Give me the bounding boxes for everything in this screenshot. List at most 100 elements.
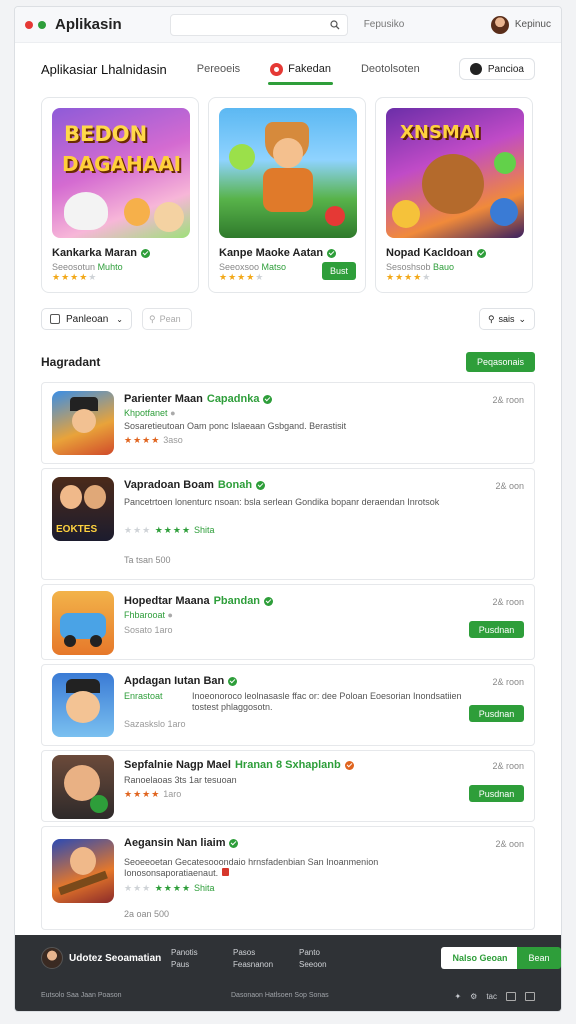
app-sub-text: Fhbarooat bbox=[124, 610, 166, 620]
rating-stars: ★★★ ★★★★ Shita bbox=[124, 883, 215, 893]
sort-select[interactable]: ⚲ sais ⌄ bbox=[479, 308, 535, 330]
app-description: Ranoelaoas 3ts 1ar tesuoan bbox=[124, 775, 237, 785]
app-description-text: Seoeeoetan Gecatesooondaio hrnsfadenbian… bbox=[124, 857, 379, 878]
app-title-green: Capadnka bbox=[206, 393, 260, 405]
join-button[interactable]: Bean bbox=[517, 947, 561, 969]
card-title: Kankarka Maran bbox=[52, 247, 188, 259]
app-list: Parienter Maan Capadnka Khpotfanet ● Sosa… bbox=[41, 382, 535, 930]
list-item[interactable]: Hopedtar Maana Pbandan Fhbarooat ● Sosato… bbox=[41, 584, 535, 660]
tab-pereoeis[interactable]: Pereoeis bbox=[197, 43, 240, 95]
rating-stars: ★★★★★ bbox=[52, 272, 98, 282]
list-item[interactable]: Apdagan Iutan Ban Enrastoat Inoeonoroco … bbox=[41, 664, 535, 746]
list-item[interactable]: Sepfalnie Nagp Mael Hranan 8 Sxhaplanb Ra… bbox=[41, 750, 535, 822]
search-icon: ⚲ bbox=[487, 313, 495, 324]
list-item[interactable]: Aegansin Nan liaim Seoeeoetan Gecatesooo… bbox=[41, 826, 535, 930]
card-action-button[interactable]: Bust bbox=[321, 262, 356, 280]
verified-icon bbox=[327, 248, 337, 258]
app-title: Aegansin Nan liaim bbox=[124, 837, 239, 849]
game-artwork bbox=[219, 108, 357, 238]
footer-link[interactable]: Paus bbox=[171, 959, 198, 971]
category-select[interactable]: Panleoan ⌄ bbox=[41, 308, 132, 330]
subscribe-button[interactable]: Nalso Geoan bbox=[441, 947, 519, 969]
rating-stars: ★★★★★ bbox=[386, 272, 432, 282]
chevron-down-icon: ⌄ bbox=[518, 313, 526, 324]
app-title: Sepfalnie Nagp Mael Hranan 8 Sxhaplanb bbox=[124, 759, 354, 771]
section-title: Hagradant bbox=[41, 355, 101, 369]
footer-link[interactable]: Seeoon bbox=[299, 959, 327, 971]
social-label[interactable]: tac bbox=[486, 992, 497, 1001]
app-icon bbox=[52, 673, 114, 737]
window-icon[interactable] bbox=[506, 992, 516, 1001]
app-subtitle: Khpotfanet ● bbox=[124, 408, 176, 418]
list-item[interactable]: EOKTES Vapradoan Boam Bonah Pancetrtoen l… bbox=[41, 468, 535, 580]
card-title: Kanpe Maoke Aatan bbox=[219, 247, 355, 259]
card-sub-green: Bauo bbox=[433, 262, 455, 272]
maximize-dot-icon[interactable] bbox=[38, 20, 46, 29]
user-avatar[interactable] bbox=[490, 15, 509, 34]
user-name[interactable]: Kepinuc bbox=[515, 19, 551, 30]
app-title-text: Parienter Maan bbox=[124, 393, 203, 405]
featured-card[interactable]: Kanpe Maoke Aatan Seeoxsoo Matso ★★★★★ B… bbox=[208, 97, 366, 293]
rating-stars: ★★★ ★★★★ Shita bbox=[124, 525, 215, 535]
footer-link[interactable]: Pasos bbox=[233, 947, 273, 959]
filter-search-input[interactable]: ⚲ Pean bbox=[141, 308, 192, 330]
card-sub-green: Matso bbox=[261, 262, 287, 272]
card-sub-green: Muhto bbox=[97, 262, 123, 272]
card-sub-text: Sesoshsob bbox=[386, 262, 431, 272]
brand-title: Aplikasin bbox=[55, 16, 122, 33]
tab-label: Fakedan bbox=[288, 63, 331, 75]
info-icon: ● bbox=[170, 408, 176, 418]
app-time: 2& oon bbox=[495, 481, 524, 491]
character-face bbox=[66, 691, 100, 723]
app-icon bbox=[52, 839, 114, 903]
app-title: Parienter Maan Capadnka bbox=[124, 393, 273, 405]
settings-icon[interactable]: ⚙ bbox=[470, 992, 477, 1001]
search-icon bbox=[330, 19, 340, 29]
social-icons: ✦ ⚙ tac bbox=[454, 992, 535, 1001]
list-item[interactable]: Parienter Maan Capadnka Khpotfanet ● Sosa… bbox=[41, 382, 535, 464]
art-text: BEDON bbox=[64, 122, 148, 146]
bird-icon[interactable]: ✦ bbox=[454, 992, 461, 1001]
character-body bbox=[263, 168, 313, 212]
app-description: Sosaretieutoan Oam ponc Islaeaan Gsbgand… bbox=[124, 421, 347, 431]
theme-pill-button[interactable]: Pancioa bbox=[458, 58, 535, 80]
section-action-button[interactable]: Peqasonais bbox=[465, 352, 535, 372]
search-input[interactable] bbox=[169, 13, 348, 36]
top-link[interactable]: Fepusiko bbox=[364, 19, 405, 30]
footer-link[interactable]: Panotis bbox=[171, 947, 198, 959]
tab-fakedan[interactable]: Fakedan bbox=[268, 43, 333, 95]
app-time: 2& oon bbox=[495, 839, 524, 849]
footer-links: Panto Seeoon bbox=[299, 947, 327, 971]
art-text: DAGAHAAI bbox=[62, 152, 182, 176]
footer-avatar[interactable] bbox=[41, 947, 63, 969]
footer-copyright: Eutsolo Saa Jaan Poason bbox=[41, 992, 122, 999]
install-button[interactable]: Pusdnan bbox=[469, 785, 524, 802]
app-time: 2& roon bbox=[492, 761, 524, 771]
rating-label: Sazaskslo 1aro bbox=[124, 719, 186, 729]
featured-card[interactable]: BEDON DAGAHAAI Kankarka Maran Seeosotun … bbox=[41, 97, 199, 293]
moon-icon bbox=[469, 63, 482, 75]
install-button[interactable]: Pusdnan bbox=[469, 621, 524, 638]
footer-link[interactable]: Feasnanon bbox=[233, 959, 273, 971]
close-dot-icon[interactable] bbox=[25, 20, 33, 29]
card-subtitle: Sesoshsob Bauo bbox=[386, 262, 522, 272]
top-bar: Aplikasin Fepusiko Kepinuc bbox=[15, 7, 561, 43]
tab-deotolsoten[interactable]: Deotolsoten bbox=[361, 43, 420, 95]
install-button[interactable]: Pusdnan bbox=[469, 705, 524, 722]
screen-icon[interactable] bbox=[525, 992, 535, 1001]
gem-gold bbox=[392, 200, 420, 228]
rating-label: 1aro bbox=[163, 789, 182, 799]
app-time: 2& roon bbox=[492, 597, 524, 607]
app-title-green: Bonah bbox=[217, 479, 253, 491]
verified-icon bbox=[263, 394, 273, 404]
footer-link[interactable]: Panto bbox=[299, 947, 327, 959]
app-title: Hopedtar Maana Pbandan bbox=[124, 595, 274, 607]
app-description: Seoeeoetan Gecatesooondaio hrnsfadenbian… bbox=[124, 857, 474, 879]
verified-icon bbox=[264, 596, 274, 606]
featured-card[interactable]: XNSMAI Nopad Kacldoan Sesoshsob Bauo ★★★… bbox=[375, 97, 533, 293]
verified-icon bbox=[256, 480, 266, 490]
rating-label: Sosato 1aro bbox=[124, 625, 173, 635]
card-subtitle: Seeosotun Muhto bbox=[52, 262, 188, 272]
info-icon: ● bbox=[167, 610, 173, 620]
app-icon: EOKTES bbox=[52, 477, 114, 541]
